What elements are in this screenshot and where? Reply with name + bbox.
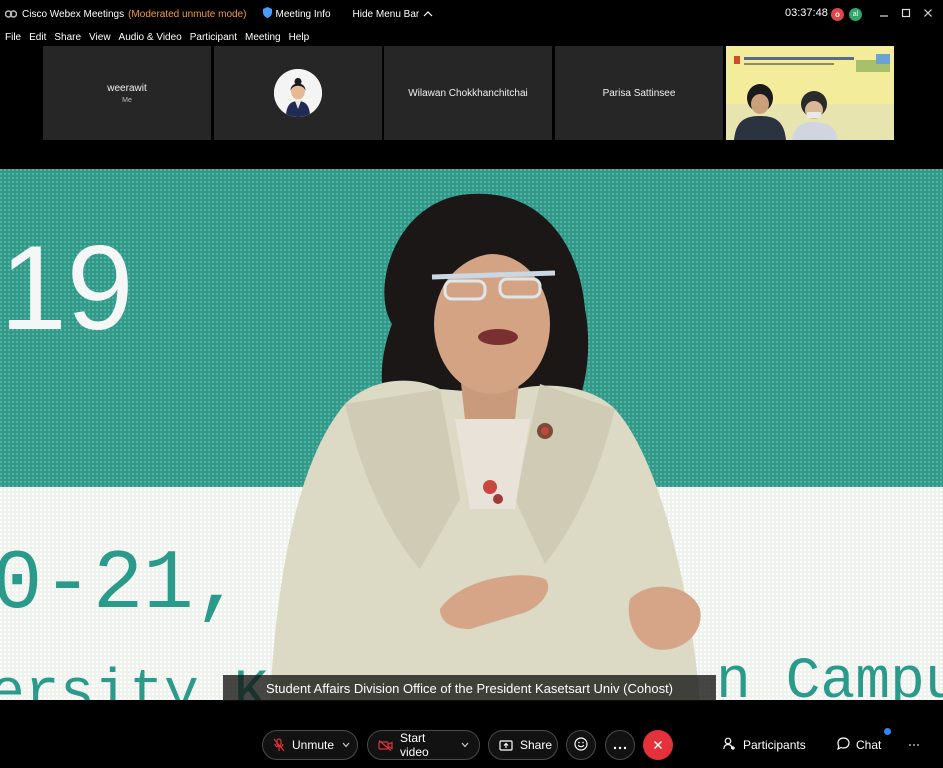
close-icon [653,737,663,753]
participant-tile-avatar[interactable] [214,46,382,140]
start-video-button[interactable]: Start video [367,730,480,760]
chevron-up-icon [423,9,433,20]
participant-name: weerawit [107,82,147,94]
unmute-button[interactable]: Unmute [262,730,358,760]
reactions-button[interactable] [566,730,596,760]
participant-tile-wilawan[interactable]: Wilawan Chokkhanchitchai [384,46,552,140]
backdrop-text-campus: n Campus [716,650,943,700]
share-button[interactable]: Share [488,730,558,760]
smiley-icon [574,736,588,754]
start-video-label: Start video [400,731,429,759]
participant-strip: weerawit Me Wilawan Chokkhanchitchai Par… [0,45,943,141]
separator-band [0,141,943,169]
participant-tile-me[interactable]: weerawit Me [43,46,211,140]
close-window-icon[interactable] [920,5,936,21]
share-screen-icon [499,739,513,751]
webex-logo-icon [5,8,17,20]
menu-bar: File Edit Share View Audio & Video Parti… [0,29,943,45]
participants-icon [723,737,737,753]
hide-menu-label: Hide Menu Bar [352,8,420,20]
hide-menu-bar-button[interactable]: Hide Menu Bar [353,9,434,20]
chat-bubble-icon [837,737,850,753]
backdrop-text-top: 19 [0,221,133,355]
recording-badge[interactable]: o [831,8,844,21]
participant-tile-video[interactable] [726,46,894,140]
participant-tile-parisa[interactable]: Parisa Sattinsee [555,46,723,140]
participant-me-label: Me [122,96,132,104]
avatar [274,69,322,117]
participant-video-feed [726,46,894,140]
control-bar: Unmute Start video Share Participants Ch… [0,721,943,768]
menu-audio-video[interactable]: Audio & Video [119,32,182,43]
menu-edit[interactable]: Edit [29,32,46,43]
active-speaker-caption: Student Affairs Division Office of the P… [223,675,716,701]
chat-notification-dot [884,728,891,735]
video-off-icon [378,739,393,751]
menu-participant[interactable]: Participant [190,32,237,43]
mute-mode-label: (Moderated unmute mode) [128,8,247,20]
menu-file[interactable]: File [5,32,21,43]
maximize-icon[interactable] [898,5,914,21]
meeting-info-label: Meeting Info [275,8,331,20]
leave-meeting-button[interactable] [643,730,673,760]
participant-name: Parisa Sattinsee [602,87,676,99]
user-avatar-badge[interactable]: al [849,8,862,21]
meeting-info-button[interactable]: Meeting Info [262,7,331,21]
active-speaker-video: 19 0-21, 2 ersity K n Campus [0,169,943,700]
chevron-down-icon[interactable] [342,740,350,750]
minimize-icon[interactable] [876,5,892,21]
unmute-label: Unmute [292,738,335,752]
share-label: Share [520,738,553,752]
chevron-down-icon[interactable] [461,740,469,750]
participants-button[interactable]: Participants [723,737,806,753]
more-options-button[interactable] [605,730,635,760]
menu-view[interactable]: View [89,32,111,43]
participant-name: Wilawan Chokkhanchitchai [408,87,528,99]
ellipsis-icon [613,738,627,753]
menu-share[interactable]: Share [54,32,81,43]
app-title: Cisco Webex Meetings [22,8,125,20]
menu-meeting[interactable]: Meeting [245,32,281,43]
chat-button[interactable]: Chat [837,728,891,753]
main-video-stage[interactable]: 19 0-21, 2 ersity K n Campus [0,169,943,700]
menu-help[interactable]: Help [289,32,310,43]
participants-label: Participants [743,738,806,752]
meeting-clock: 03:37:48 [785,7,828,19]
shield-icon [262,7,272,21]
microphone-muted-icon [273,738,285,752]
chat-label: Chat [856,738,882,752]
more-panels-icon[interactable] [908,736,920,750]
